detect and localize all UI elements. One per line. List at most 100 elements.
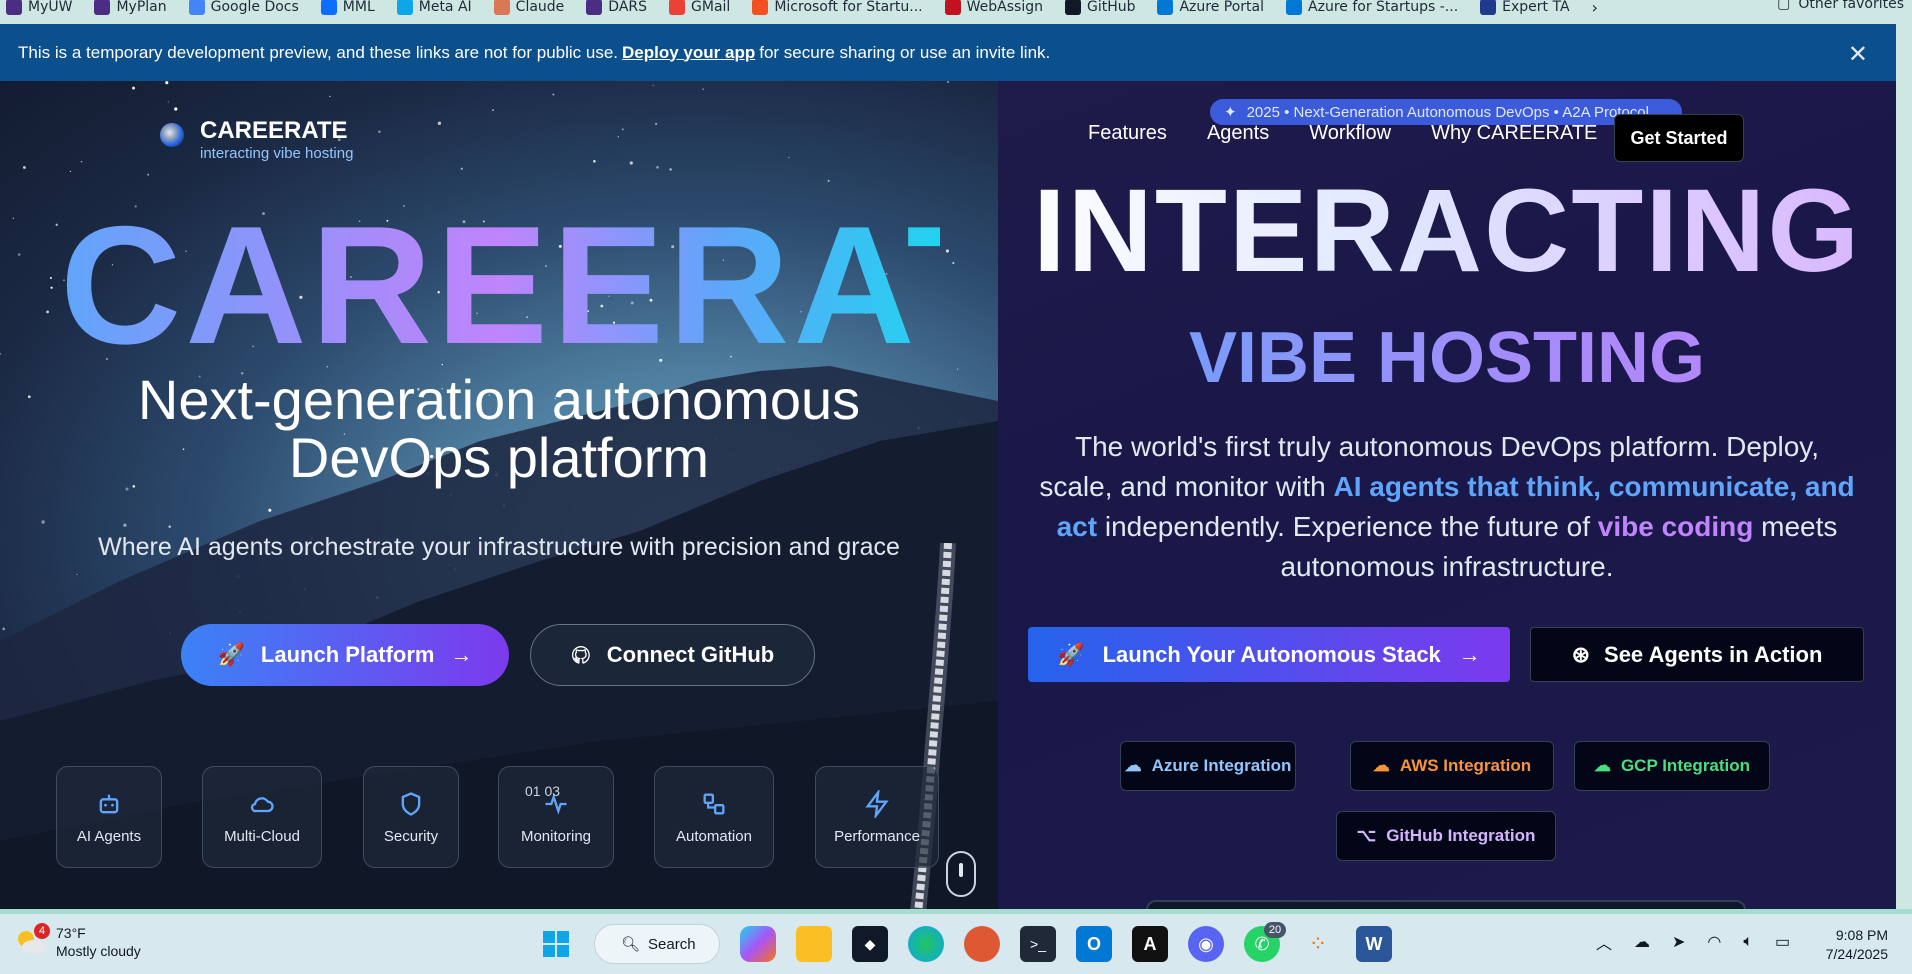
battery-icon[interactable]: ▭ [1775, 932, 1790, 952]
feature-tile-monitoring[interactable]: Monitoring 01 03 [498, 766, 614, 868]
bookmark-item[interactable]: GMail [669, 0, 730, 15]
feature-label: AI Agents [76, 827, 142, 845]
feature-label: Performance [834, 827, 920, 845]
chevron-right-icon[interactable]: › [1592, 0, 1598, 17]
bookmark-item[interactable]: Azure Portal [1157, 0, 1264, 15]
feature-tile-ai-agents[interactable]: AI Agents [56, 766, 162, 868]
discord-icon[interactable]: ◉ [1188, 926, 1224, 962]
bookmark-label: WebAssign [966, 0, 1043, 15]
clock-date: 7/24/2025 [1825, 946, 1888, 962]
nav-link-agents[interactable]: Agents [1207, 122, 1269, 145]
wifi-icon[interactable]: ◠ [1707, 932, 1721, 952]
cloudy-weather-icon: 4 [14, 923, 50, 957]
close-icon[interactable]: ✕ [1848, 40, 1868, 69]
bookmark-item[interactable]: Claude [493, 0, 565, 15]
whatsapp-icon[interactable]: ✆ 20 [1244, 922, 1286, 962]
top-nav: Features Agents Workflow Why CAREERATE [1088, 122, 1597, 145]
bookmark-item[interactable]: Expert TA [1480, 0, 1570, 15]
bookmark-item[interactable]: MML [320, 0, 375, 15]
bookmark-item[interactable]: Google Docs [188, 0, 299, 15]
bookmark-item[interactable]: MyUW [6, 0, 72, 15]
duckduckgo-icon[interactable] [964, 926, 1000, 962]
bookmark-label: Azure Portal [1179, 0, 1265, 15]
bot-icon [99, 794, 119, 813]
feature-label: Security [383, 827, 439, 845]
brand-name: CAREERATE [200, 117, 348, 144]
feature-tile-performance[interactable]: Performance [815, 766, 939, 868]
claude-icon [493, 0, 510, 15]
github-icon [1064, 0, 1081, 15]
get-started-button[interactable]: Get Started [1614, 114, 1744, 162]
launch-platform-button[interactable]: 🚀 Launch Platform → [181, 624, 509, 686]
connect-github-button[interactable]: Connect GitHub [530, 624, 815, 686]
launch-stack-label: Launch Your Autonomous Stack [1102, 641, 1441, 667]
onedrive-icon[interactable]: ☁ [1634, 932, 1650, 952]
roblox-icon[interactable]: ◆ [852, 926, 888, 962]
brand[interactable]: CAREERATE interacting vibe hosting [160, 117, 353, 162]
hero-subtitle: Next-generation autonomous DevOps platfo… [0, 371, 998, 487]
word-icon[interactable]: W [1356, 926, 1392, 962]
file-explorer-icon[interactable] [796, 926, 832, 962]
aws-integration-label: AWS Integration [1399, 756, 1532, 775]
bookmark-item[interactable]: Microsoft for Startu... [752, 0, 923, 15]
aws-integration-button[interactable]: ☁ AWS Integration [1350, 741, 1554, 791]
feature-tile-multi-cloud[interactable]: Multi-Cloud [202, 766, 322, 868]
chevron-up-icon[interactable]: ︿ [1596, 930, 1612, 954]
bookmark-label: DARS [608, 0, 648, 15]
nav-link-workflow[interactable]: Workflow [1309, 122, 1391, 145]
bookmark-item[interactable]: DARS [586, 0, 647, 15]
bookmark-label: Meta AI [418, 0, 472, 15]
see-agents-button[interactable]: ⊛ See Agents in Action [1530, 627, 1864, 682]
weather-temp: 73°F [56, 925, 86, 941]
hero-paragraph: The world's first truly autonomous DevOp… [1038, 427, 1856, 587]
start-icon[interactable] [538, 926, 574, 962]
bookmark-label: Claude [515, 0, 565, 15]
gcp-integration-button[interactable]: ☁ GCP Integration [1574, 741, 1770, 791]
feature-tile-automation[interactable]: Automation [654, 766, 774, 868]
outlook-icon[interactable]: O [1076, 926, 1112, 962]
para-highlight-vibe: vibe coding [1597, 511, 1754, 542]
bookmark-item[interactable]: Meta AI [396, 0, 472, 15]
feature-tile-security[interactable]: Security [363, 766, 459, 868]
brain-icon: ⊛ [1571, 641, 1591, 667]
weather-desc: Mostly cloudy [56, 943, 141, 959]
other-favorites[interactable]: ▢ Other favorites [1777, 0, 1904, 12]
nav-link-features[interactable]: Features [1088, 122, 1167, 145]
cloud-icon: ☁ [1124, 756, 1142, 775]
hero-section: CAREERATE interacting vibe hosting CAREE… [0, 81, 998, 909]
weather-badge: 4 [34, 923, 50, 939]
brand-tagline: interacting vibe hosting [200, 145, 354, 162]
figma-icon[interactable]: ⁘ [1300, 926, 1336, 962]
clock[interactable]: 9:08 PM 7/24/2025 [1826, 926, 1888, 964]
scroll-indicator[interactable] [946, 851, 976, 897]
bookmark-item[interactable]: MyPlan [94, 0, 167, 15]
bookmark-label: GitHub [1086, 0, 1136, 15]
launch-stack-button[interactable]: 🚀 Launch Your Autonomous Stack → [1028, 627, 1510, 682]
copilot-icon[interactable] [740, 926, 776, 962]
taskbar-search[interactable]: 🔍︎ Search [594, 924, 720, 964]
notion-icon[interactable]: A [1132, 926, 1168, 962]
nav-link-why-careerate[interactable]: Why CAREERATE [1431, 122, 1597, 145]
edge-icon[interactable] [908, 926, 944, 962]
bookmark-item[interactable]: WebAssign [944, 0, 1043, 15]
rocket-icon: 🚀 [217, 642, 245, 667]
terminal-icon[interactable]: >_ [1020, 926, 1056, 962]
scrollbar[interactable] [1896, 24, 1912, 914]
see-agents-label: See Agents in Action [1604, 641, 1823, 667]
bookmark-item[interactable]: Azure for Startups -... [1286, 0, 1458, 15]
github-integration-button[interactable]: ⌥ GitHub Integration [1336, 811, 1556, 861]
bookmark-item[interactable]: GitHub [1064, 0, 1136, 15]
cloud-icon [250, 796, 274, 812]
uw-icon [586, 0, 603, 15]
bookmarks-bar: MyUW MyPlan Google Docs MML Meta AI Claude DAR… [0, 0, 1912, 24]
volume-icon[interactable]: 🔈︎ [1743, 933, 1753, 951]
shield-icon [401, 791, 421, 816]
azure-integration-button[interactable]: ☁ Azure Integration [1120, 741, 1296, 791]
bookmark-label: Expert TA [1502, 0, 1570, 15]
weather-widget[interactable]: 4 73°F Mostly cloudy [14, 923, 141, 960]
banner-text-after: for secure sharing or use an invite link… [759, 42, 1051, 62]
bookmark-label: GMail [691, 0, 731, 15]
deploy-app-link[interactable]: Deploy your app [622, 43, 755, 63]
github-icon [571, 645, 590, 664]
location-icon[interactable]: ➤ [1672, 932, 1685, 952]
